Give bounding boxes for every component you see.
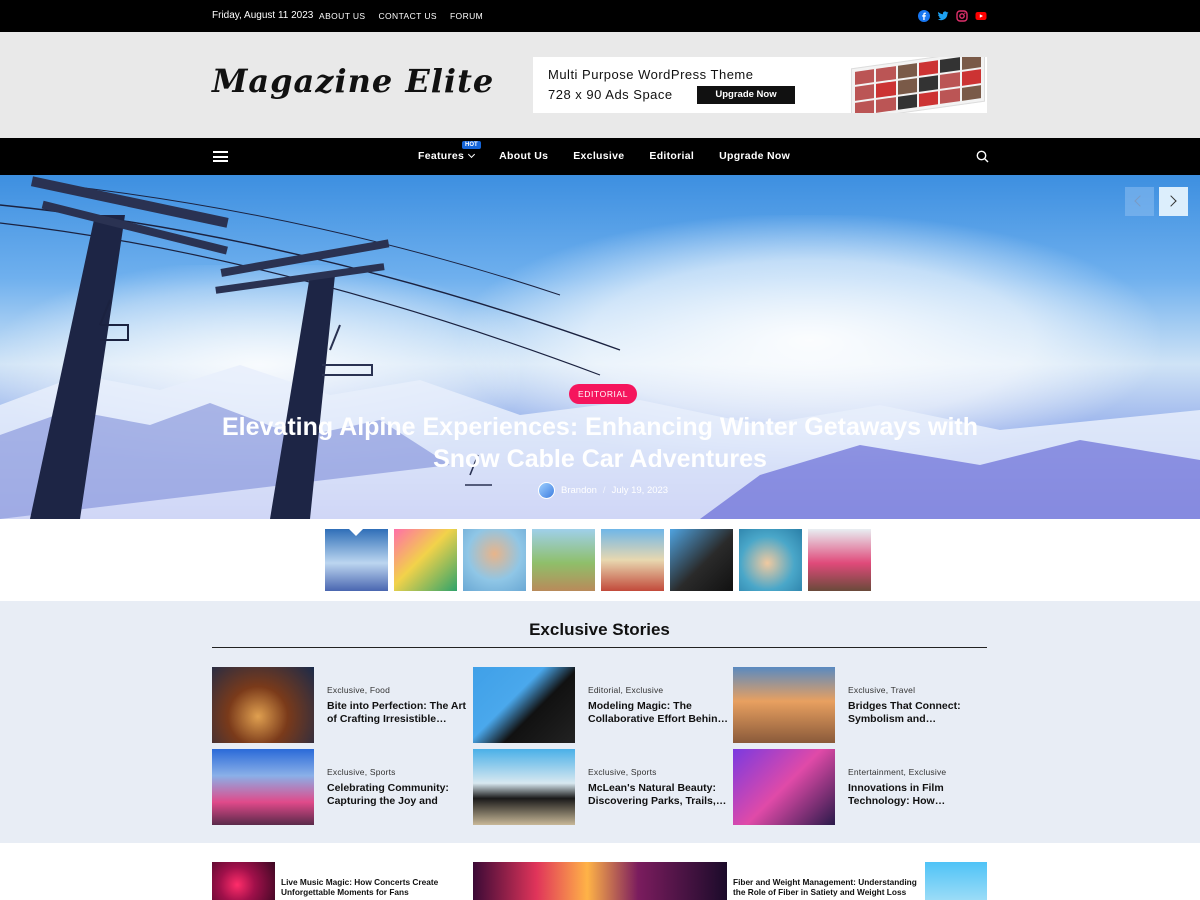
story-thumbnail[interactable]	[212, 667, 314, 743]
story-thumbnail[interactable]	[925, 862, 987, 900]
story-card[interactable]: Editorial, Exclusive Modeling Magic: The…	[473, 667, 728, 743]
story-title[interactable]: McLean's Natural Beauty: Discovering Par…	[588, 782, 728, 808]
story-title[interactable]: Fiber and Weight Management: Understandi…	[733, 877, 923, 897]
slider-thumb-food-truck[interactable]	[808, 529, 871, 591]
youtube-icon[interactable]	[975, 10, 987, 22]
top-link-contact-us[interactable]: CONTACT US	[379, 11, 437, 21]
story-title[interactable]: Bridges That Connect: Symbolism and…	[848, 700, 988, 726]
site-header: Magazine Elite Multi Purpose WordPress T…	[0, 32, 1200, 138]
story-thumbnail[interactable]	[212, 749, 314, 825]
bottom-stories: Live Music Magic: How Concerts Create Un…	[0, 843, 1200, 900]
story-thumbnail[interactable]	[212, 862, 275, 900]
slider-thumb-dessert[interactable]	[739, 529, 802, 591]
story-categories[interactable]: Editorial, Exclusive	[588, 685, 663, 695]
nav-item-label: Features	[418, 150, 465, 162]
nav-item-editorial[interactable]: Editorial	[649, 150, 694, 162]
hero-slider[interactable]: EDITORIAL Elevating Alpine Experiences: …	[0, 175, 1200, 519]
story-card[interactable]: Exclusive, Sports Celebrating Community:…	[212, 749, 467, 825]
meta-separator: /	[602, 485, 606, 496]
ad-theme-preview	[851, 57, 985, 113]
story-card[interactable]: Exclusive, Travel Bridges That Connect: …	[733, 667, 988, 743]
story-thumbnail[interactable]	[473, 667, 575, 743]
instagram-icon[interactable]	[956, 10, 968, 22]
story-categories[interactable]: Exclusive, Food	[327, 685, 390, 695]
hero-title[interactable]: Elevating Alpine Experiences: Enhancing …	[220, 411, 980, 475]
slider-thumb-athletes[interactable]	[394, 529, 457, 591]
facebook-icon[interactable]	[918, 10, 930, 22]
story-title[interactable]: Modeling Magic: The Collaborative Effort…	[588, 700, 728, 726]
slider-next-button[interactable]	[1159, 187, 1188, 216]
slider-thumb-ski-lift[interactable]	[325, 529, 388, 591]
hot-badge: HOT	[462, 141, 481, 149]
story-title[interactable]: Live Music Magic: How Concerts Create Un…	[281, 877, 456, 897]
ad-banner[interactable]: Multi Purpose WordPress Theme 728 x 90 A…	[533, 57, 987, 113]
section-heading: Exclusive Stories	[529, 620, 670, 639]
search-icon[interactable]	[976, 150, 989, 163]
story-title[interactable]: Celebrating Community: Capturing the Joy…	[327, 782, 467, 808]
featured-story-image[interactable]	[473, 862, 727, 900]
slider-thumb-basketball-court[interactable]	[532, 529, 595, 591]
nav-item-features[interactable]: Features	[418, 150, 476, 162]
story-title[interactable]: Innovations in Film Technology: How…	[848, 782, 988, 808]
top-link-forum[interactable]: FORUM	[450, 11, 483, 21]
slider-thumb-las-vegas[interactable]	[601, 529, 664, 591]
story-thumbnail[interactable]	[473, 749, 575, 825]
slider-thumb-model[interactable]	[670, 529, 733, 591]
twitter-icon[interactable]	[937, 10, 949, 22]
nav-menu: Features About Us Exclusive Editorial Up…	[418, 150, 790, 162]
social-links	[918, 10, 987, 22]
story-categories[interactable]: Entertainment, Exclusive	[848, 767, 946, 777]
story-card[interactable]: Exclusive, Food Bite into Perfection: Th…	[212, 667, 467, 743]
nav-item-exclusive[interactable]: Exclusive	[573, 150, 624, 162]
story-card[interactable]: Entertainment, Exclusive Innovations in …	[733, 749, 988, 825]
slider-prev-button[interactable]	[1125, 187, 1154, 216]
ad-upgrade-button[interactable]: Upgrade Now	[697, 86, 795, 104]
story-title[interactable]: Bite into Perfection: The Art of Craftin…	[327, 700, 467, 726]
hero-category-badge[interactable]: EDITORIAL	[569, 384, 638, 404]
slider-thumb-volleyball[interactable]	[463, 529, 526, 591]
story-card[interactable]: Exclusive, Sports McLean's Natural Beaut…	[473, 749, 728, 825]
exclusive-stories-section: Exclusive Stories Exclusive, Food Bite i…	[0, 601, 1200, 843]
nav-item-upgrade-now[interactable]: Upgrade Now	[719, 150, 790, 162]
story-thumbnail[interactable]	[733, 749, 835, 825]
slider-thumbnails	[325, 529, 871, 591]
top-link-about-us[interactable]: ABOUT US	[319, 11, 366, 21]
story-categories[interactable]: Exclusive, Travel	[848, 685, 915, 695]
nav-item-about-us[interactable]: About Us	[499, 150, 548, 162]
chevron-down-icon	[468, 150, 476, 159]
current-date: Friday, August 11 2023	[212, 10, 314, 21]
hamburger-menu-icon[interactable]	[213, 151, 228, 162]
story-thumbnail[interactable]	[733, 667, 835, 743]
story-categories[interactable]: Exclusive, Sports	[588, 767, 657, 777]
main-nav: HOT Features About Us Exclusive Editoria…	[0, 138, 1200, 175]
top-bar: Friday, August 11 2023 ABOUT US CONTACT …	[0, 0, 1200, 32]
ad-headline: Multi Purpose WordPress Theme	[548, 67, 754, 82]
author-avatar[interactable]	[538, 482, 555, 499]
top-links: ABOUT US CONTACT US FORUM	[319, 11, 483, 21]
section-divider	[212, 647, 987, 648]
hero-date: July 19, 2023	[611, 485, 669, 496]
ad-size-label: 728 x 90 Ads Space	[548, 87, 673, 102]
hero-meta: Brandon / July 19, 2023	[538, 482, 668, 499]
hero-author[interactable]: Brandon	[561, 485, 597, 496]
site-logo[interactable]: Magazine Elite	[212, 62, 494, 100]
story-categories[interactable]: Exclusive, Sports	[327, 767, 396, 777]
